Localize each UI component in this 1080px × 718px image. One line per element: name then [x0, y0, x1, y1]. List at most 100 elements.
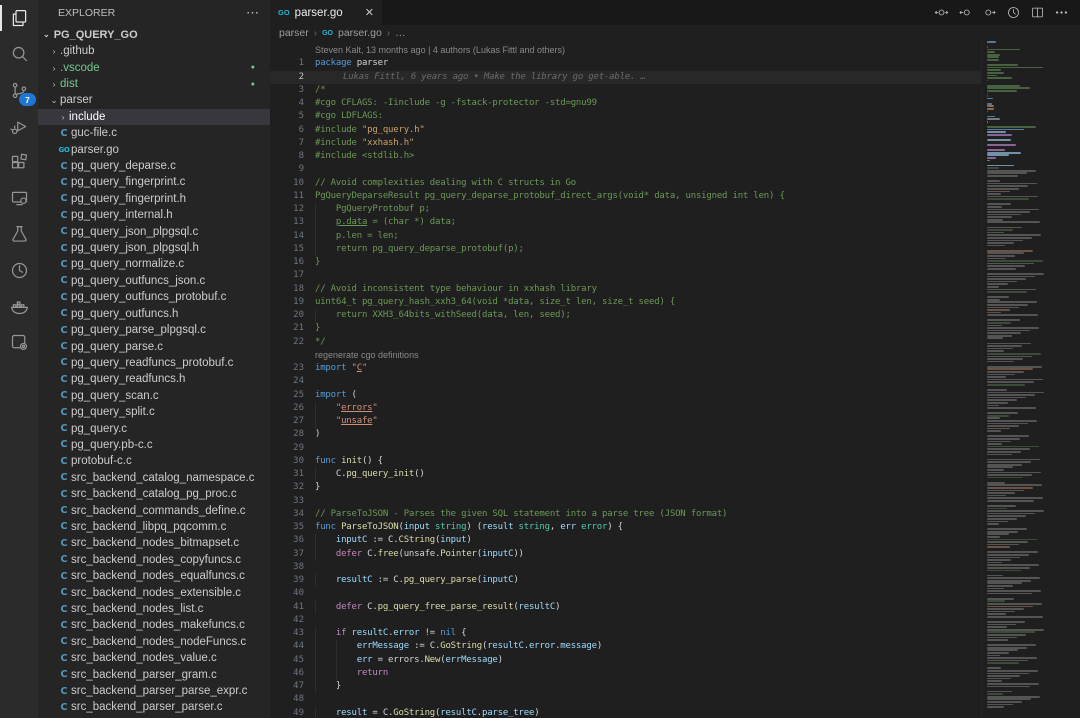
testing-icon[interactable]	[0, 216, 38, 252]
tree-file-parser.go[interactable]: GOparser.go	[38, 141, 270, 157]
explorer-more-actions-icon[interactable]: ⋯	[246, 5, 260, 21]
tree-file-src_backend_parser_parse_expr.c[interactable]: Csrc_backend_parser_parse_expr.c	[38, 683, 270, 699]
tree-folder-parser[interactable]: ⌄parser	[38, 92, 270, 108]
code-line-44[interactable]: 44 errMessage := C.GoString(resultC.erro…	[270, 640, 992, 653]
code-line-49[interactable]: 49 result = C.GoString(resultC.parse_tre…	[270, 707, 992, 718]
tree-file-pg_query_normalize.c[interactable]: Cpg_query_normalize.c	[38, 256, 270, 272]
tree-file-src_backend_nodes_value.c[interactable]: Csrc_backend_nodes_value.c	[38, 650, 270, 666]
code-line-1[interactable]: 1package parser	[270, 57, 992, 70]
code-line-2[interactable]: 2Lukas Fittl, 6 years ago • Make the lib…	[270, 71, 992, 84]
code-line-39[interactable]: 39 resultC := C.pg_query_parse(inputC)	[270, 574, 992, 587]
remote-explorer-icon[interactable]	[0, 180, 38, 216]
tree-file-pg_query.pb-c.c[interactable]: Cpg_query.pb-c.c	[38, 437, 270, 453]
explorer-icon[interactable]	[0, 0, 38, 36]
tree-folder-include[interactable]: ›include	[38, 109, 270, 125]
tree-file-pg_query_readfuncs.h[interactable]: Cpg_query_readfuncs.h	[38, 371, 270, 387]
tree-folder-.github[interactable]: ›.github	[38, 43, 270, 59]
code-line-9[interactable]: 9	[270, 163, 992, 176]
container-tools-icon[interactable]	[0, 324, 38, 360]
code-line-32[interactable]: 32}	[270, 481, 992, 494]
code-line-15[interactable]: 15 return pg_query_deparse_protobuf(p);	[270, 243, 992, 256]
tree-file-pg_query.c[interactable]: Cpg_query.c	[38, 420, 270, 436]
code-line-17[interactable]: 17	[270, 269, 992, 282]
code-line-36[interactable]: 36 inputC := C.CString(input)	[270, 534, 992, 547]
code-line-3[interactable]: 3/*	[270, 84, 992, 97]
tree-file-pg_query_outfuncs_protobuf.c[interactable]: Cpg_query_outfuncs_protobuf.c	[38, 289, 270, 305]
tree-file-src_backend_nodes_equalfuncs.c[interactable]: Csrc_backend_nodes_equalfuncs.c	[38, 568, 270, 584]
tree-file-protobuf-c.c[interactable]: Cprotobuf-c.c	[38, 453, 270, 469]
code-line-13[interactable]: 13 p.data = (char *) data;	[270, 216, 992, 229]
tree-folder-dist[interactable]: ›dist●	[38, 76, 270, 92]
code-line-34[interactable]: 34// ParseToJSON - Parses the given SQL …	[270, 508, 992, 521]
tree-folder-.vscode[interactable]: ›.vscode●	[38, 59, 270, 75]
code-line-27[interactable]: 27 "unsafe"	[270, 415, 992, 428]
search-icon[interactable]	[0, 36, 38, 72]
code-line-42[interactable]: 42	[270, 614, 992, 627]
tree-file-pg_query_readfuncs_protobuf.c[interactable]: Cpg_query_readfuncs_protobuf.c	[38, 355, 270, 371]
code-line-16[interactable]: 16}	[270, 256, 992, 269]
tree-file-pg_query_json_plpgsql.h[interactable]: Cpg_query_json_plpgsql.h	[38, 240, 270, 256]
code-line-22[interactable]: 22*/	[270, 336, 992, 349]
close-icon[interactable]: ✕	[365, 6, 374, 19]
code-line-33[interactable]: 33	[270, 495, 992, 508]
codelens-regenerate-cgo[interactable]: regenerate cgo definitions	[270, 349, 992, 362]
code-line-48[interactable]: 48	[270, 693, 992, 706]
code-line-31[interactable]: 31 C.pg_query_init()	[270, 468, 992, 481]
minimap[interactable]	[981, 38, 1080, 718]
previous-change-icon[interactable]	[958, 5, 973, 20]
code-line-41[interactable]: 41 defer C.pg_query_free_parse_result(re…	[270, 601, 992, 614]
code-line-43[interactable]: 43 if resultC.error != nil {	[270, 627, 992, 640]
code-line-38[interactable]: 38	[270, 561, 992, 574]
source-control-icon[interactable]: 7	[0, 72, 38, 108]
code-line-21[interactable]: 21}	[270, 322, 992, 335]
code-line-47[interactable]: 47 }	[270, 680, 992, 693]
tree-file-pg_query_scan.c[interactable]: Cpg_query_scan.c	[38, 388, 270, 404]
tree-file-src_backend_nodes_extensible.c[interactable]: Csrc_backend_nodes_extensible.c	[38, 584, 270, 600]
code-line-45[interactable]: 45 err = errors.New(errMessage)	[270, 654, 992, 667]
code-line-40[interactable]: 40	[270, 587, 992, 600]
tree-file-src_backend_libpq_pqcomm.c[interactable]: Csrc_backend_libpq_pqcomm.c	[38, 519, 270, 535]
tab-parser-go[interactable]: GO parser.go ✕	[270, 0, 382, 25]
open-changes-icon[interactable]	[934, 5, 949, 20]
tree-file-pg_query_outfuncs_json.c[interactable]: Cpg_query_outfuncs_json.c	[38, 273, 270, 289]
breadcrumb-file[interactable]: parser.go	[338, 27, 382, 39]
code-line-23[interactable]: 23import "C"	[270, 362, 992, 375]
code-line-5[interactable]: 5#cgo LDFLAGS:	[270, 110, 992, 123]
code-line-12[interactable]: 12 PgQueryProtobuf p;	[270, 203, 992, 216]
code-line-19[interactable]: 19uint64_t pg_query_hash_xxh3_64(void *d…	[270, 296, 992, 309]
next-change-icon[interactable]	[982, 5, 997, 20]
tree-file-pg_query_fingerprint.h[interactable]: Cpg_query_fingerprint.h	[38, 191, 270, 207]
code-line-8[interactable]: 8#include <stdlib.h>	[270, 150, 992, 163]
more-actions-icon[interactable]	[1054, 5, 1069, 20]
tree-file-src_backend_nodes_nodeFuncs.c[interactable]: Csrc_backend_nodes_nodeFuncs.c	[38, 634, 270, 650]
tree-file-pg_query_fingerprint.c[interactable]: Cpg_query_fingerprint.c	[38, 174, 270, 190]
extensions-icon[interactable]	[0, 144, 38, 180]
code-editor[interactable]: Steven Kalt, 13 months ago | 4 authors (…	[270, 41, 992, 718]
tree-file-src_backend_nodes_makefuncs.c[interactable]: Csrc_backend_nodes_makefuncs.c	[38, 617, 270, 633]
code-line-4[interactable]: 4#cgo CFLAGS: -Iinclude -g -fstack-prote…	[270, 97, 992, 110]
tree-file-guc-file.c[interactable]: Cguc-file.c	[38, 125, 270, 141]
tree-file-src_backend_nodes_list.c[interactable]: Csrc_backend_nodes_list.c	[38, 601, 270, 617]
code-line-26[interactable]: 26 "errors"	[270, 402, 992, 415]
tree-file-src_backend_catalog_pg_proc.c[interactable]: Csrc_backend_catalog_pg_proc.c	[38, 486, 270, 502]
code-line-37[interactable]: 37 defer C.free(unsafe.Pointer(inputC))	[270, 548, 992, 561]
tree-file-pg_query_json_plpgsql.c[interactable]: Cpg_query_json_plpgsql.c	[38, 223, 270, 239]
tree-file-pg_query_split.c[interactable]: Cpg_query_split.c	[38, 404, 270, 420]
breadcrumb-folder[interactable]: parser	[279, 27, 309, 39]
tree-file-src_backend_commands_define.c[interactable]: Csrc_backend_commands_define.c	[38, 502, 270, 518]
tree-file-src_backend_nodes_copyfuncs.c[interactable]: Csrc_backend_nodes_copyfuncs.c	[38, 552, 270, 568]
code-line-14[interactable]: 14 p.len = len;	[270, 230, 992, 243]
code-line-10[interactable]: 10// Avoid complexities dealing with C s…	[270, 177, 992, 190]
tree-file-src_backend_parser_gram.c[interactable]: Csrc_backend_parser_gram.c	[38, 666, 270, 682]
tree-file-src_backend_nodes_bitmapset.c[interactable]: Csrc_backend_nodes_bitmapset.c	[38, 535, 270, 551]
code-line-25[interactable]: 25import (	[270, 389, 992, 402]
tree-file-pg_query_internal.h[interactable]: Cpg_query_internal.h	[38, 207, 270, 223]
breadcrumb-symbol[interactable]: …	[395, 27, 406, 39]
project-root-header[interactable]: ⌄ PG_QUERY_GO	[38, 26, 270, 43]
tree-file-src_backend_parser_parser.c[interactable]: Csrc_backend_parser_parser.c	[38, 699, 270, 715]
tree-file-pg_query_outfuncs.h[interactable]: Cpg_query_outfuncs.h	[38, 306, 270, 322]
code-line-35[interactable]: 35func ParseToJSON(input string) (result…	[270, 521, 992, 534]
code-line-46[interactable]: 46 return	[270, 667, 992, 680]
tree-file-pg_query_parse_plpgsql.c[interactable]: Cpg_query_parse_plpgsql.c	[38, 322, 270, 338]
code-line-28[interactable]: 28)	[270, 428, 992, 441]
